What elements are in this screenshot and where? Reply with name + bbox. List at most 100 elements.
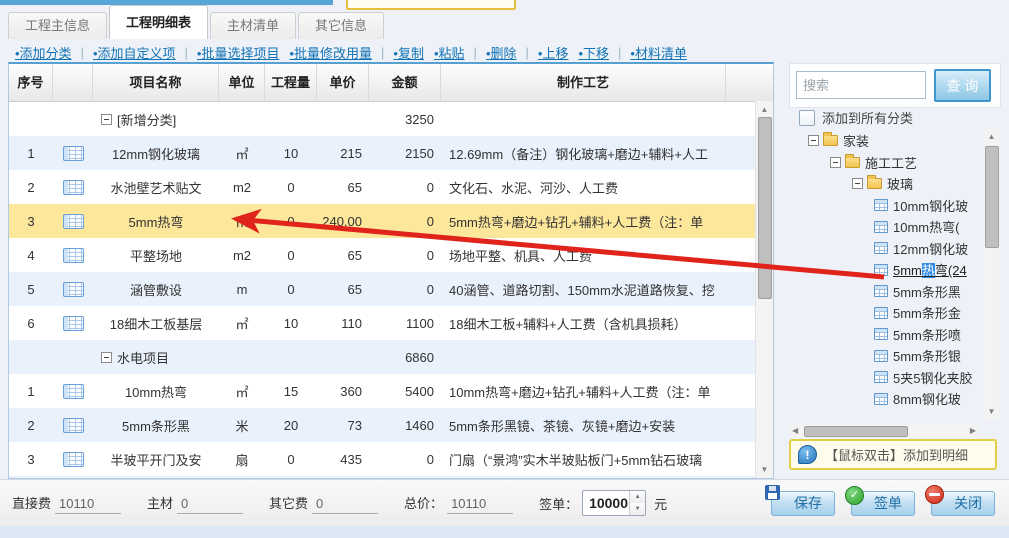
toolbar-link-材料清单[interactable]: •材料清单 xyxy=(630,43,687,62)
tab-工程主信息[interactable]: 工程主信息 xyxy=(8,12,107,39)
row-grid-icon[interactable] xyxy=(63,384,84,399)
add-to-all-checkbox[interactable] xyxy=(799,110,815,126)
tree-node-施工工艺[interactable]: 施工工艺 xyxy=(788,152,984,174)
toolbar-link-上移[interactable]: •上移 xyxy=(538,43,569,62)
tree-vscrollbar[interactable]: ▲ ▼ xyxy=(984,128,999,420)
toolbar-link-粘贴[interactable]: •粘贴 xyxy=(434,43,465,62)
row-grid-icon[interactable] xyxy=(63,316,84,331)
tree-hscrollbar[interactable]: ◀ ▶ xyxy=(790,424,978,438)
tree-node-5mm热弯(24[interactable]: 5mm热弯(24 xyxy=(788,259,984,281)
tree-scroll-up-icon[interactable]: ▲ xyxy=(984,132,999,141)
table-row[interactable]: 112mm钢化玻璃㎡10215215012.69mm（备注）钢化玻璃+磨边+辅料… xyxy=(9,136,773,170)
collapse-icon[interactable] xyxy=(830,157,841,168)
cell-seq: 2 xyxy=(9,418,53,433)
table-row[interactable]: 110mm热弯㎡15360540010mm热弯+磨边+钻孔+辅料+人工费（注：单 xyxy=(9,374,773,408)
tree-leaf-label: 10mm钢化玻 xyxy=(893,196,968,215)
tree-scroll-down-icon[interactable]: ▼ xyxy=(984,407,999,416)
table-row[interactable]: 4平整场地m20650场地平整、机具、人工费 xyxy=(9,238,773,272)
tree-node-5mm条形金[interactable]: 5mm条形金 xyxy=(788,302,984,324)
tree-node-5mm条形银[interactable]: 5mm条形银 xyxy=(788,345,984,367)
tab-工程明细表[interactable]: 工程明细表 xyxy=(109,5,208,39)
tab-其它信息[interactable]: 其它信息 xyxy=(298,12,384,39)
footer-field-value[interactable]: 0 xyxy=(177,496,243,514)
tree-node-10mm钢化玻[interactable]: 10mm钢化玻 xyxy=(788,195,984,217)
footer-field-value[interactable]: 10110 xyxy=(55,496,121,514)
toolbar-link-复制[interactable]: •复制 xyxy=(393,43,424,62)
footer-field-主材: 主材0 xyxy=(147,493,243,514)
group-row[interactable]: 水电项目6860 xyxy=(9,340,773,374)
row-grid-icon[interactable] xyxy=(63,418,84,433)
tree-node-家装[interactable]: 家装 xyxy=(788,130,984,152)
sign-amount-stepper[interactable]: 10000 ▲ ▼ xyxy=(582,490,646,516)
tree-node-5mm条形喷[interactable]: 5mm条形喷 xyxy=(788,324,984,346)
hint-box: ! 【鼠标双击】添加到明细 xyxy=(789,439,997,470)
collapse-icon[interactable] xyxy=(808,135,819,146)
签单-button[interactable]: ✓签单 xyxy=(851,491,915,516)
toolbar-link-添加分类[interactable]: •添加分类 xyxy=(15,43,72,62)
tree-leaf-label: 5mm条形金 xyxy=(893,303,961,322)
sign-amount-value[interactable]: 10000 xyxy=(583,491,629,515)
table-row[interactable]: 618细木工板基层㎡10110110018细木工板+辅料+人工费（含机具损耗） xyxy=(9,306,773,340)
group-row[interactable]: [新增分类]3250 xyxy=(9,102,773,136)
row-grid-icon[interactable] xyxy=(63,214,84,229)
grid-item-icon xyxy=(874,264,888,276)
scroll-down-icon[interactable]: ▼ xyxy=(756,465,773,474)
row-grid-icon[interactable] xyxy=(63,282,84,297)
tab-主材清单[interactable]: 主材清单 xyxy=(210,12,296,39)
row-grid-icon[interactable] xyxy=(63,248,84,263)
toolbar-separator: | xyxy=(381,45,384,60)
row-grid-icon[interactable] xyxy=(63,452,84,467)
tree-node-5夹5钢化夹胶[interactable]: 5夹5钢化夹胶 xyxy=(788,367,984,389)
toolbar-link-批量修改用量[interactable]: •批量修改用量 xyxy=(289,43,372,62)
tree-scroll-left-icon[interactable]: ◀ xyxy=(792,424,798,438)
tree-node-8mm钢化玻[interactable]: 8mm钢化玻 xyxy=(788,388,984,410)
collapse-icon[interactable] xyxy=(101,114,112,125)
row-grid-icon[interactable] xyxy=(63,180,84,195)
table-row[interactable]: 2水池壁艺术贴文m20650文化石、水泥、河沙、人工费 xyxy=(9,170,773,204)
table-vscrollbar[interactable]: ▲ ▼ xyxy=(755,101,773,478)
table-row[interactable]: 25mm条形黑米207314605mm条形黑镜、茶镜、灰镜+磨边+安装 xyxy=(9,408,773,442)
footer-field-value[interactable]: 10110 xyxy=(447,496,513,514)
cell-unit-price: 110 xyxy=(317,316,369,331)
stepper-down-icon[interactable]: ▼ xyxy=(630,503,645,515)
grid-item-icon xyxy=(874,371,888,383)
query-button[interactable]: 查 询 xyxy=(934,69,991,102)
tree-scroll-right-icon[interactable]: ▶ xyxy=(970,424,976,438)
table-row[interactable]: 3半玻平开门及安扇04350门扇（“景鸿”实木半玻贴板门+5mm钻石玻璃 xyxy=(9,442,773,476)
关闭-button[interactable]: 关闭 xyxy=(931,491,995,516)
tree-node-5mm条形黑[interactable]: 5mm条形黑 xyxy=(788,281,984,303)
tree-hscrollbar-thumb[interactable] xyxy=(804,426,908,437)
row-grid-icon[interactable] xyxy=(63,146,84,161)
tree-leaf-label: 5夹5钢化夹胶 xyxy=(893,368,972,387)
cell-amount: 0 xyxy=(369,248,441,263)
table-row[interactable]: 5涵管敷设m065040涵管、道路切割、150mm水泥道路恢复、挖 xyxy=(9,272,773,306)
toolbar-link-删除[interactable]: •删除 xyxy=(486,43,517,62)
footer-field-直接费: 直接费10110 xyxy=(12,493,121,514)
tree-scrollbar-thumb[interactable] xyxy=(985,146,999,248)
cell-amount: 2150 xyxy=(369,146,441,161)
toolbar-separator: | xyxy=(526,45,529,60)
cell-unit: m xyxy=(219,282,265,297)
table-row[interactable]: 35mm热弯㎡0240.0005mm热弯+磨边+钻孔+辅料+人工费（注：单 xyxy=(9,204,773,238)
collapse-icon[interactable] xyxy=(852,178,863,189)
scroll-up-icon[interactable]: ▲ xyxy=(756,105,773,114)
group-label: 水电项目 xyxy=(117,348,169,367)
scrollbar-thumb[interactable] xyxy=(758,117,772,299)
toolbar-link-下移[interactable]: •下移 xyxy=(578,43,609,62)
collapse-icon[interactable] xyxy=(101,352,112,363)
cell-seq: 1 xyxy=(9,146,53,161)
footer-field-value[interactable]: 0 xyxy=(312,496,378,514)
tree-node-12mm钢化玻[interactable]: 12mm钢化玻 xyxy=(788,238,984,260)
search-input[interactable] xyxy=(796,71,926,99)
保存-button[interactable]: 保存 xyxy=(771,491,835,516)
grid-item-icon xyxy=(874,221,888,233)
grid-item-icon xyxy=(874,285,888,297)
cell-icon xyxy=(53,214,93,229)
search-match-highlight: 热 xyxy=(922,263,935,278)
tree-node-10mm热弯([interactable]: 10mm热弯( xyxy=(788,216,984,238)
stepper-up-icon[interactable]: ▲ xyxy=(630,491,645,503)
toolbar-link-批量选择项目[interactable]: •批量选择项目 xyxy=(197,43,280,62)
tree-node-玻璃[interactable]: 玻璃 xyxy=(788,173,984,195)
toolbar-link-添加自定义项[interactable]: •添加自定义项 xyxy=(93,43,176,62)
column-header-单价: 单价 xyxy=(317,64,369,101)
